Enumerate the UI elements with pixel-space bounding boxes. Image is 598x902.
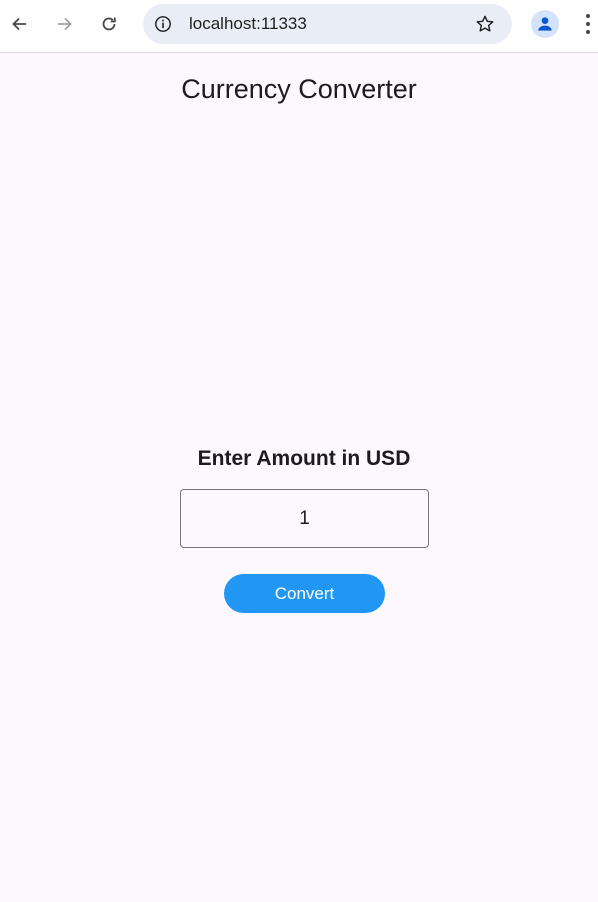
browser-menu-button[interactable] <box>578 10 598 38</box>
forward-button[interactable] <box>49 9 79 39</box>
reload-button[interactable] <box>94 9 124 39</box>
url-text[interactable]: localhost:11333 <box>189 14 307 34</box>
address-bar[interactable]: localhost:11333 <box>143 4 512 44</box>
kebab-menu-icon <box>586 14 590 34</box>
profile-button[interactable] <box>531 10 559 38</box>
star-icon[interactable] <box>474 13 496 35</box>
arrow-right-icon <box>58 17 72 31</box>
info-icon[interactable] <box>153 14 173 34</box>
back-button[interactable] <box>5 9 35 39</box>
convert-button[interactable]: Convert <box>224 574 385 613</box>
app-body: Currency Converter Enter Amount in USD C… <box>0 53 598 902</box>
amount-input[interactable] <box>180 489 429 548</box>
reload-icon <box>102 17 116 31</box>
amount-label: Enter Amount in USD <box>197 447 411 470</box>
arrow-left-icon <box>12 17 26 31</box>
page-title: Currency Converter <box>181 74 417 104</box>
profile-icon <box>538 17 552 31</box>
browser-toolbar: localhost:11333 <box>0 0 598 53</box>
